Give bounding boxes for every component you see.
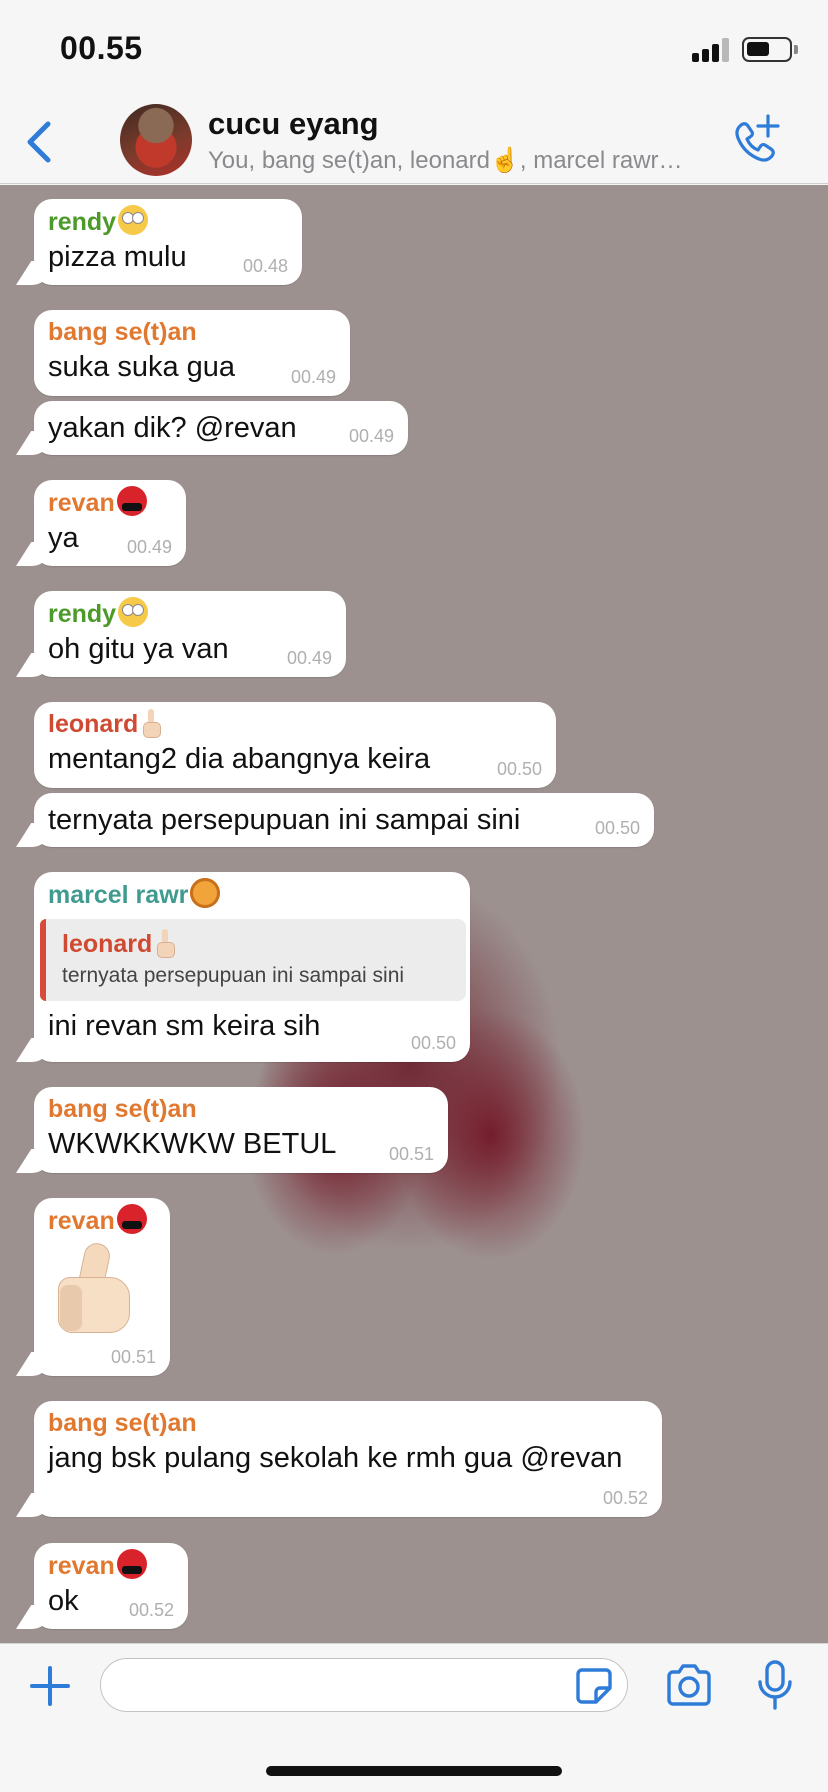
quote-text: ternyata persepupuan ini sampai sini <box>62 964 405 987</box>
message-time: 00.52 <box>128 1600 174 1620</box>
status-time: 00.55 <box>60 30 143 66</box>
message-text: ternyata persepupuan ini sampai sini <box>48 804 521 836</box>
attach-button[interactable] <box>26 1662 74 1710</box>
message-bubble[interactable]: ternyata persepupuan ini sampai sini 00.… <box>34 793 654 847</box>
message-time: 00.49 <box>290 367 336 387</box>
face-with-symbols-emoji <box>116 486 147 516</box>
home-indicator[interactable] <box>266 1766 562 1776</box>
message-bubble[interactable]: bang se(t)an suka suka gua 00.49 <box>34 310 350 396</box>
message-time: 00.50 <box>496 759 542 779</box>
message-time: 00.49 <box>126 537 172 557</box>
sticker-bubble[interactable]: revan 00.51 <box>34 1198 170 1376</box>
chat-title[interactable]: cucu eyang <box>208 106 379 142</box>
message-text: yakan dik? @revan <box>48 412 297 444</box>
message-bubble[interactable]: rendy oh gitu ya van 00.49 <box>34 591 346 677</box>
chevron-left-icon <box>27 121 51 163</box>
message-time: 00.51 <box>388 1144 434 1164</box>
sender-name: revan <box>48 1207 115 1235</box>
sticker-icon <box>576 1668 612 1704</box>
index-pointing-up-emoji <box>142 709 162 738</box>
sender-name: marcel rawr <box>48 881 189 909</box>
microphone-icon <box>758 1660 792 1710</box>
face-with-symbols-emoji <box>116 1549 147 1579</box>
battery-icon <box>742 37 792 62</box>
message-bubble[interactable]: marcel rawr leonard ternyata persepupuan… <box>34 872 470 1062</box>
message-bubble[interactable]: rendy pizza mulu 00.48 <box>34 199 302 285</box>
message-input[interactable] <box>100 1658 628 1712</box>
face-rolling-eyes-emoji <box>118 205 149 235</box>
sender-name: leonard <box>48 710 139 738</box>
sender-name: bang se(t)an <box>48 318 197 346</box>
microphone-button[interactable] <box>755 1658 795 1714</box>
sender-name: revan <box>48 489 115 517</box>
lion-emoji <box>190 878 221 908</box>
battery-tip <box>794 45 798 54</box>
message-bubble[interactable]: leonard mentang2 dia abangnya keira 00.5… <box>34 702 556 788</box>
input-bar <box>0 1643 828 1792</box>
message-time: 00.49 <box>286 648 332 668</box>
group-avatar[interactable] <box>120 104 192 176</box>
message-bubble[interactable]: bang se(t)an jang bsk pulang sekolah ke … <box>34 1401 662 1517</box>
camera-button[interactable] <box>664 1662 714 1710</box>
thumbs-up-sticker[interactable] <box>52 1240 148 1339</box>
chat-subtitle[interactable]: You, bang se(t)an, leonard☝️, marcel raw… <box>208 146 708 175</box>
message-bubble[interactable]: bang se(t)an WKWKKWKW BETUL 00.51 <box>34 1087 448 1173</box>
message-bubble[interactable]: yakan dik? @revan 00.49 <box>34 401 408 455</box>
message-text: mentang2 dia abangnya keira <box>48 743 431 775</box>
face-with-symbols-emoji <box>116 1204 147 1234</box>
message-time: 00.51 <box>110 1347 156 1367</box>
status-bar: 00.55 <box>0 0 828 100</box>
back-button[interactable] <box>14 114 70 170</box>
sender-name: revan <box>48 1552 115 1580</box>
message-bubble[interactable]: revan ya 00.49 <box>34 480 186 566</box>
message-time: 00.50 <box>594 818 640 838</box>
message-text: ini revan sm keira sih <box>48 1010 321 1042</box>
chat-area[interactable]: rendy pizza mulu 00.48 bang se(t)an suka… <box>0 185 828 1643</box>
message-text: jang bsk pulang sekolah ke rmh gua @reva… <box>48 1442 623 1474</box>
message-text: WKWKKWKW BETUL <box>48 1128 337 1160</box>
quote-sender-name: leonard <box>62 930 153 958</box>
camera-icon <box>667 1664 711 1706</box>
plus-icon <box>30 1666 70 1706</box>
sender-name: rendy <box>48 208 117 236</box>
message-bubble[interactable]: revan ok 00.52 <box>34 1543 188 1629</box>
add-call-icon <box>735 114 780 162</box>
sticker-button[interactable] <box>574 1666 614 1706</box>
message-time: 00.49 <box>348 426 394 446</box>
face-rolling-eyes-emoji <box>118 597 149 627</box>
signal-icon <box>692 38 734 62</box>
message-time: 00.50 <box>410 1033 456 1053</box>
chat-header: cucu eyang You, bang se(t)an, leonard☝️,… <box>0 100 828 184</box>
sender-name: rendy <box>48 600 117 628</box>
sender-name: bang se(t)an <box>48 1409 197 1437</box>
add-call-button[interactable] <box>728 112 784 168</box>
message-time: 00.48 <box>242 256 288 276</box>
message-time: 00.52 <box>602 1488 648 1508</box>
quoted-message[interactable]: leonard ternyata persepupuan ini sampai … <box>40 919 466 1001</box>
sender-name: bang se(t)an <box>48 1095 197 1123</box>
quote-bar <box>40 919 46 1001</box>
index-pointing-up-emoji <box>156 929 176 958</box>
